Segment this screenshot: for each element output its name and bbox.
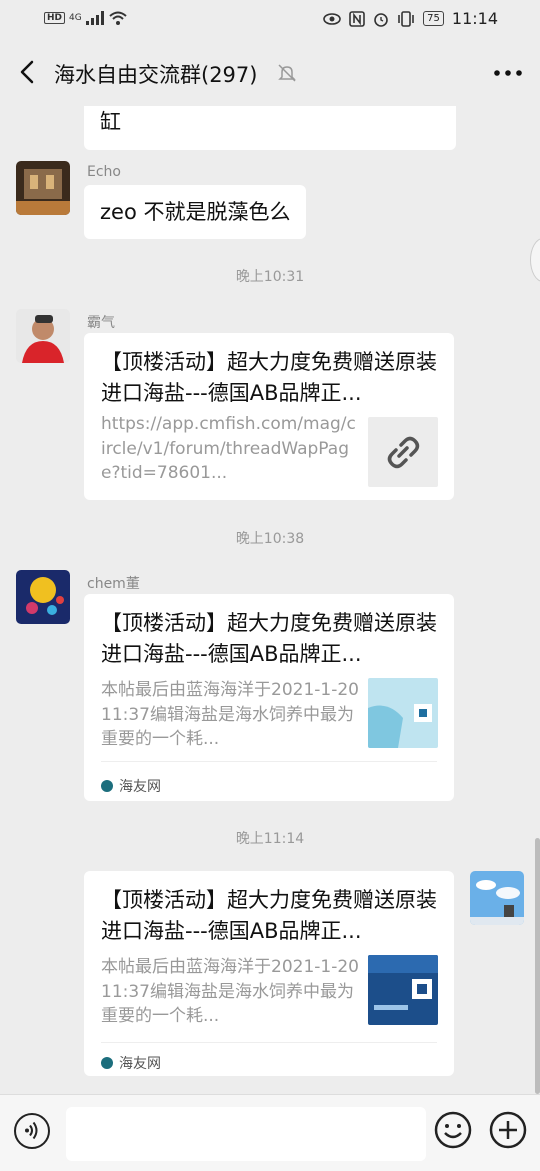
message-input[interactable]	[66, 1107, 426, 1161]
timestamp-1: 晚上10:31	[235, 269, 305, 285]
message-list[interactable]: 缸 Echo zeo 不就是脱藻色么 晚上10:31 霸气 【顶楼活动】超大力度…	[0, 106, 540, 1094]
sender-name-echo: Echo	[87, 164, 121, 180]
sender-name-baqi: 霸气	[87, 315, 115, 331]
chat-title: 海水自由交流群(297)	[54, 63, 258, 87]
status-left: HD 4G	[44, 10, 128, 26]
emoji-icon[interactable]	[434, 1111, 472, 1149]
link-card-baqi[interactable]: 【顶楼活动】超大力度免费赠送原装进口海盐---德国AB品牌正... https:…	[84, 333, 454, 500]
message-bubble-partial[interactable]: 缸	[84, 106, 456, 150]
avatar-baqi[interactable]	[16, 309, 70, 363]
avatar-echo[interactable]	[16, 161, 70, 215]
timestamp-3: 晚上11:14	[235, 831, 305, 847]
card-source: 海友网	[101, 776, 161, 796]
partial-text: 缸	[100, 110, 121, 134]
timestamp-2: 晚上10:38	[235, 531, 305, 547]
article-card-own[interactable]: 【顶楼活动】超大力度免费赠送原装进口海盐---德国AB品牌正... 本帖最后由蓝…	[84, 871, 454, 1076]
article-card-chem[interactable]: 【顶楼活动】超大力度免费赠送原装进口海盐---德国AB品牌正... 本帖最后由蓝…	[84, 594, 454, 801]
message-bubble-echo[interactable]: zeo 不就是脱藻色么	[84, 185, 307, 239]
card-title: 【顶楼活动】超大力度免费赠送原装进口海盐---德国AB品牌正...	[101, 611, 437, 666]
more-dots-icon[interactable]	[492, 60, 524, 86]
card-description: 本帖最后由蓝海海洋于2021-1-2011:37编辑海盐是海水饲养中最为重要的一…	[101, 957, 359, 1026]
source-name: 海友网	[119, 779, 161, 795]
plus-icon[interactable]	[489, 1111, 527, 1149]
article-thumbnail	[368, 678, 438, 748]
source-name: 海友网	[119, 1056, 161, 1072]
card-divider	[101, 761, 437, 762]
hd-badge: HD	[44, 12, 66, 24]
clock: 11:14	[451, 9, 498, 28]
card-title: 【顶楼活动】超大力度免费赠送原装进口海盐---德国AB品牌正...	[101, 888, 437, 943]
source-logo-icon	[101, 1057, 113, 1069]
article-thumbnail	[368, 955, 438, 1025]
eye-icon	[323, 12, 341, 25]
nfc-icon	[349, 10, 365, 27]
status-bar: HD 4G 75 11:14	[0, 0, 540, 40]
card-description: 本帖最后由蓝海海洋于2021-1-2011:37编辑海盐是海水饲养中最为重要的一…	[101, 680, 359, 749]
mute-bell-icon	[278, 64, 296, 82]
link-thumbnail	[368, 417, 438, 487]
card-title: 【顶楼活动】超大力度免费赠送原装进口海盐---德国AB品牌正...	[101, 350, 437, 405]
voice-icon[interactable]	[14, 1113, 50, 1149]
network-label: 4G	[69, 13, 82, 23]
message-text-echo: zeo 不就是脱藻色么	[100, 200, 291, 224]
battery-level: 75	[423, 11, 444, 26]
vibrate-icon	[398, 10, 414, 27]
avatar-chem[interactable]	[16, 570, 70, 624]
signal-icon	[85, 11, 104, 25]
card-url: https://app.cmfish.com/mag/circle/v1/for…	[101, 414, 356, 483]
sender-name-chem: chem董	[87, 576, 140, 592]
card-source: 海友网	[101, 1053, 161, 1073]
wifi-icon	[109, 11, 127, 25]
alarm-icon	[374, 12, 388, 27]
link-icon	[387, 436, 420, 469]
back-arrow-icon[interactable]	[14, 58, 42, 86]
input-bar	[0, 1094, 540, 1171]
source-logo-icon	[101, 780, 113, 792]
avatar-self[interactable]	[470, 871, 524, 925]
scrollbar[interactable]	[535, 838, 540, 1094]
chat-header: 海水自由交流群(297)	[0, 40, 540, 106]
status-right: 75 11:14	[323, 9, 498, 28]
card-divider	[101, 1042, 437, 1043]
